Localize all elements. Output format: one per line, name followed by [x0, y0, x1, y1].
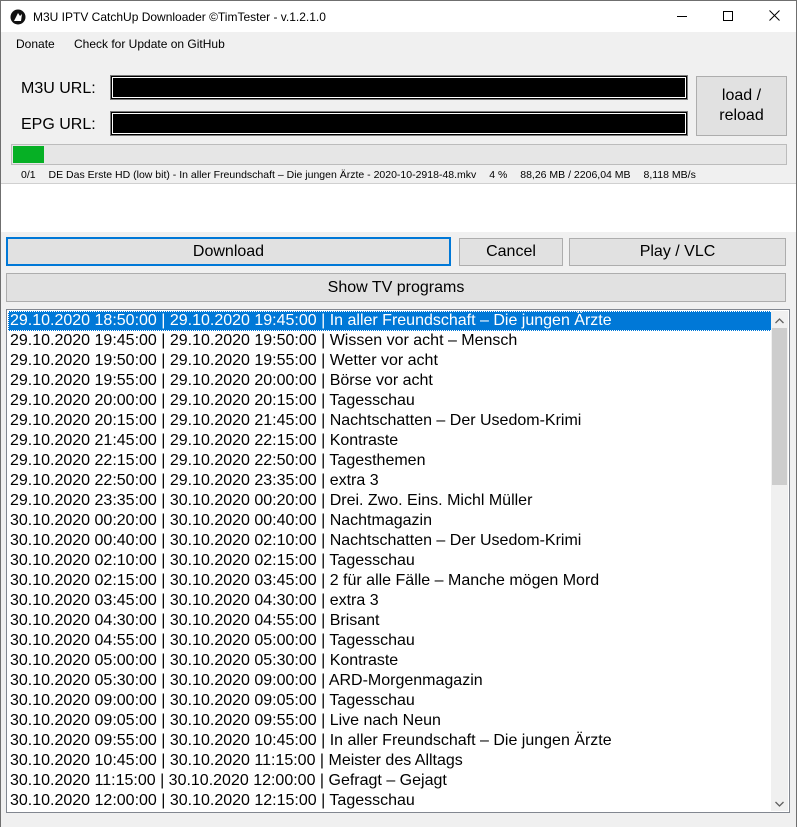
list-item[interactable]: 30.10.2020 02:10:00 | 30.10.2020 02:15:0… — [8, 551, 773, 571]
menu-donate[interactable]: Donate — [16, 37, 55, 52]
chevron-down-icon — [775, 794, 784, 812]
download-status: 0/1 DE Das Erste HD (low bit) - In aller… — [21, 169, 706, 182]
list-item[interactable]: 30.10.2020 05:30:00 | 30.10.2020 09:00:0… — [8, 671, 773, 691]
list-item[interactable]: 29.10.2020 18:50:00 | 29.10.2020 19:45:0… — [8, 311, 773, 331]
list-item[interactable]: 30.10.2020 02:15:00 | 30.10.2020 03:45:0… — [8, 571, 773, 591]
list-item[interactable]: 30.10.2020 09:05:00 | 30.10.2020 09:55:0… — [8, 711, 773, 731]
epg-url-label: EPG URL: — [21, 116, 96, 133]
window-title: M3U IPTV CatchUp Downloader ©TimTester -… — [33, 10, 326, 24]
list-item[interactable]: 30.10.2020 05:00:00 | 30.10.2020 05:30:0… — [8, 651, 773, 671]
list-item[interactable]: 30.10.2020 03:45:00 | 30.10.2020 04:30:0… — [8, 591, 773, 611]
download-progress-bar — [11, 144, 787, 165]
list-item[interactable]: 29.10.2020 20:15:00 | 29.10.2020 21:45:0… — [8, 411, 773, 431]
play-vlc-button[interactable]: Play / VLC — [569, 238, 786, 266]
chevron-up-icon — [775, 311, 784, 329]
download-file: DE Das Erste HD (low bit) - In aller Fre… — [48, 169, 477, 181]
m3u-url-input[interactable] — [110, 75, 688, 100]
list-item[interactable]: 29.10.2020 19:45:00 | 29.10.2020 19:50:0… — [8, 331, 773, 351]
menu-bar: Donate Check for Update on GitHub — [1, 32, 796, 57]
list-item[interactable]: 29.10.2020 19:55:00 | 29.10.2020 20:00:0… — [8, 371, 773, 391]
download-size: 88,26 MB / 2206,04 MB — [520, 169, 631, 181]
vertical-scrollbar[interactable] — [771, 311, 788, 811]
maximize-button[interactable] — [705, 1, 751, 32]
list-item[interactable]: 30.10.2020 10:45:00 | 30.10.2020 11:15:0… — [8, 751, 773, 771]
progress-fill — [13, 146, 44, 163]
app-window: M3U IPTV CatchUp Downloader ©TimTester -… — [0, 0, 797, 827]
scroll-up-button[interactable] — [771, 311, 788, 328]
minimize-button[interactable] — [659, 1, 705, 32]
scroll-down-button[interactable] — [771, 794, 788, 811]
list-item[interactable]: 29.10.2020 21:45:00 | 29.10.2020 22:15:0… — [8, 431, 773, 451]
list-item[interactable]: 30.10.2020 04:30:00 | 30.10.2020 04:55:0… — [8, 611, 773, 631]
cancel-button[interactable]: Cancel — [459, 238, 563, 266]
download-speed: 8,118 MB/s — [643, 169, 696, 181]
menu-check-update[interactable]: Check for Update on GitHub — [74, 37, 225, 52]
list-item[interactable]: 30.10.2020 12:00:00 | 30.10.2020 12:15:0… — [8, 791, 773, 811]
download-percent: 4 % — [489, 169, 508, 181]
list-item[interactable]: 29.10.2020 20:00:00 | 29.10.2020 20:15:0… — [8, 391, 773, 411]
m3u-url-label: M3U URL: — [21, 80, 96, 97]
close-icon — [768, 8, 780, 26]
epg-url-input[interactable] — [110, 111, 688, 136]
minimize-icon — [677, 8, 687, 26]
list-item[interactable]: 30.10.2020 04:55:00 | 30.10.2020 05:00:0… — [8, 631, 773, 651]
list-item[interactable]: 30.10.2020 00:40:00 | 30.10.2020 02:10:0… — [8, 531, 773, 551]
load-reload-button[interactable]: load / reload — [696, 76, 787, 136]
scroll-thumb[interactable] — [772, 328, 787, 485]
list-item[interactable]: 29.10.2020 23:35:00 | 30.10.2020 00:20:0… — [8, 491, 773, 511]
list-item[interactable]: 30.10.2020 11:15:00 | 30.10.2020 12:00:0… — [8, 771, 773, 791]
list-item[interactable]: 30.10.2020 09:55:00 | 30.10.2020 10:45:0… — [8, 731, 773, 751]
download-count: 0/1 — [21, 169, 36, 181]
list-item[interactable]: 30.10.2020 09:00:00 | 30.10.2020 09:05:0… — [8, 691, 773, 711]
app-icon — [10, 9, 26, 25]
maximize-icon — [723, 8, 733, 26]
list-item[interactable]: 29.10.2020 22:15:00 | 29.10.2020 22:50:0… — [8, 451, 773, 471]
title-bar[interactable]: M3U IPTV CatchUp Downloader ©TimTester -… — [1, 1, 796, 32]
program-list[interactable]: 29.10.2020 18:50:00 | 29.10.2020 19:45:0… — [6, 309, 790, 813]
log-area — [1, 184, 796, 232]
show-tv-programs-button[interactable]: Show TV programs — [6, 273, 786, 302]
list-item[interactable]: 29.10.2020 22:50:00 | 29.10.2020 23:35:0… — [8, 471, 773, 491]
list-item[interactable]: 30.10.2020 00:20:00 | 30.10.2020 00:40:0… — [8, 511, 773, 531]
list-item[interactable]: 29.10.2020 19:50:00 | 29.10.2020 19:55:0… — [8, 351, 773, 371]
close-button[interactable] — [751, 1, 797, 32]
download-button[interactable]: Download — [6, 237, 451, 266]
